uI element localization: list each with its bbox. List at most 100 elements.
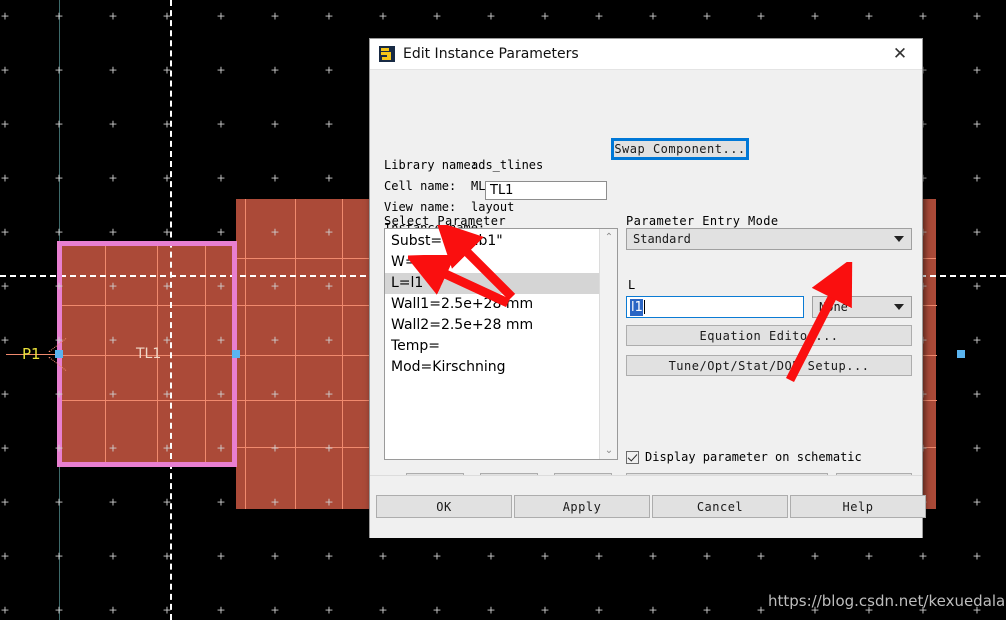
chevron-down-icon[interactable]: ⌄ bbox=[600, 442, 617, 459]
grid-cross: + bbox=[324, 603, 334, 617]
display-on-schematic-checkbox[interactable]: Display parameter on schematic bbox=[626, 450, 862, 464]
grid-cross: + bbox=[378, 9, 388, 23]
grid-cross: + bbox=[648, 549, 658, 563]
grid-cross: + bbox=[216, 279, 226, 293]
mesh-line-v bbox=[295, 199, 296, 509]
grid-cross: + bbox=[270, 603, 280, 617]
grid-cross: + bbox=[972, 441, 982, 455]
grid-cross: + bbox=[594, 549, 604, 563]
grid-cross: + bbox=[918, 549, 928, 563]
grid-cross: + bbox=[162, 603, 172, 617]
grid-cross: + bbox=[108, 441, 118, 455]
grid-cross: + bbox=[54, 117, 64, 131]
grid-cross: + bbox=[324, 117, 334, 131]
grid-cross: + bbox=[972, 549, 982, 563]
grid-cross: + bbox=[108, 387, 118, 401]
equation-editor-button[interactable]: Equation Editor... bbox=[626, 325, 912, 346]
grid-cross: + bbox=[54, 63, 64, 77]
pin-marker-right[interactable] bbox=[232, 350, 240, 358]
list-item[interactable]: Subst="MSub1" bbox=[385, 231, 599, 252]
grid-cross: + bbox=[648, 603, 658, 617]
grid-cross: + bbox=[594, 603, 604, 617]
chevron-up-icon[interactable]: ⌃ bbox=[600, 229, 617, 246]
grid-cross: + bbox=[0, 333, 10, 347]
list-item[interactable]: Wall1=2.5e+28 mm bbox=[385, 294, 599, 315]
grid-cross: + bbox=[216, 549, 226, 563]
grid-cross: + bbox=[0, 63, 10, 77]
grid-cross: + bbox=[162, 549, 172, 563]
grid-cross: + bbox=[324, 9, 334, 23]
grid-cross: + bbox=[756, 603, 766, 617]
list-item[interactable]: L=l1 bbox=[385, 273, 599, 294]
list-item[interactable]: Temp= bbox=[385, 336, 599, 357]
ok-button[interactable]: OK bbox=[376, 495, 512, 518]
grid-cross: + bbox=[108, 603, 118, 617]
grid-cross: + bbox=[0, 549, 10, 563]
grid-cross: + bbox=[216, 387, 226, 401]
ads-app-icon bbox=[379, 46, 395, 62]
instance-label-tl1: TL1 bbox=[136, 346, 162, 362]
apply-button[interactable]: Apply bbox=[514, 495, 650, 518]
grid-cross: + bbox=[54, 9, 64, 23]
dialog-title: Edit Instance Parameters bbox=[403, 46, 579, 62]
tune-opt-stat-doe-setup-button[interactable]: Tune/Opt/Stat/DOE Setup... bbox=[626, 355, 912, 376]
grid-cross: + bbox=[0, 171, 10, 185]
list-item[interactable]: Mod=Kirschning bbox=[385, 357, 599, 378]
grid-cross: + bbox=[324, 279, 334, 293]
pin-marker-p1[interactable] bbox=[55, 350, 63, 358]
listbox-scrollbar[interactable]: ⌃ ⌄ bbox=[599, 229, 617, 459]
parameter-listbox[interactable]: Subst="MSub1" W=w1 L=l1 Wall1=2.5e+28 mm Wal… bbox=[384, 228, 618, 460]
param-unit-select[interactable]: None bbox=[812, 296, 912, 318]
grid-cross: + bbox=[162, 495, 172, 509]
grid-cross: + bbox=[756, 9, 766, 23]
grid-cross: + bbox=[108, 495, 118, 509]
grid-cross: + bbox=[162, 171, 172, 185]
grid-cross: + bbox=[0, 441, 10, 455]
grid-cross: + bbox=[270, 441, 280, 455]
entry-mode-select[interactable]: Standard bbox=[626, 228, 912, 250]
help-button[interactable]: Help bbox=[790, 495, 926, 518]
grid-cross: + bbox=[216, 333, 226, 347]
grid-cross: + bbox=[108, 63, 118, 77]
grid-cross: + bbox=[324, 495, 334, 509]
grid-cross: + bbox=[54, 225, 64, 239]
grid-cross: + bbox=[162, 117, 172, 131]
param-unit-value: None bbox=[819, 300, 848, 314]
swap-component-button[interactable]: Swap Component... bbox=[611, 138, 749, 160]
mesh-line-v bbox=[245, 199, 246, 509]
grid-cross: + bbox=[54, 441, 64, 455]
close-icon[interactable]: ✕ bbox=[878, 39, 922, 69]
grid-cross: + bbox=[162, 63, 172, 77]
grid-cross: + bbox=[162, 441, 172, 455]
dialog-footer: OK Apply Cancel Help bbox=[370, 475, 926, 538]
grid-cross: + bbox=[486, 9, 496, 23]
grid-cross: + bbox=[324, 63, 334, 77]
instance-name-input[interactable]: TL1 bbox=[485, 181, 607, 200]
param-name-label: L bbox=[628, 278, 636, 292]
grid-cross: + bbox=[918, 9, 928, 23]
grid-cross: + bbox=[108, 9, 118, 23]
grid-cross: + bbox=[108, 171, 118, 185]
grid-cross: + bbox=[0, 603, 10, 617]
grid-cross: + bbox=[0, 225, 10, 239]
edit-instance-parameters-dialog: Edit Instance Parameters ✕ Library name:… bbox=[369, 38, 926, 538]
grid-cross: + bbox=[324, 549, 334, 563]
grid-cross: + bbox=[324, 225, 334, 239]
grid-cross: + bbox=[270, 333, 280, 347]
pin-marker-far-right[interactable] bbox=[957, 350, 965, 358]
grid-cross: + bbox=[864, 549, 874, 563]
grid-cross: + bbox=[540, 603, 550, 617]
dialog-titlebar[interactable]: Edit Instance Parameters ✕ bbox=[370, 39, 922, 70]
grid-cross: + bbox=[270, 549, 280, 563]
grid-cross: + bbox=[972, 171, 982, 185]
grid-cross: + bbox=[270, 171, 280, 185]
parameter-entry-mode-label: Parameter Entry Mode bbox=[626, 214, 779, 228]
entry-mode-value: Standard bbox=[633, 232, 691, 246]
grid-cross: + bbox=[0, 279, 10, 293]
grid-cross: + bbox=[162, 333, 172, 347]
list-item[interactable]: Wall2=2.5e+28 mm bbox=[385, 315, 599, 336]
param-value-input[interactable]: l1 bbox=[626, 296, 804, 318]
cancel-button[interactable]: Cancel bbox=[652, 495, 788, 518]
grid-cross: + bbox=[0, 117, 10, 131]
list-item[interactable]: W=w1 bbox=[385, 252, 599, 273]
